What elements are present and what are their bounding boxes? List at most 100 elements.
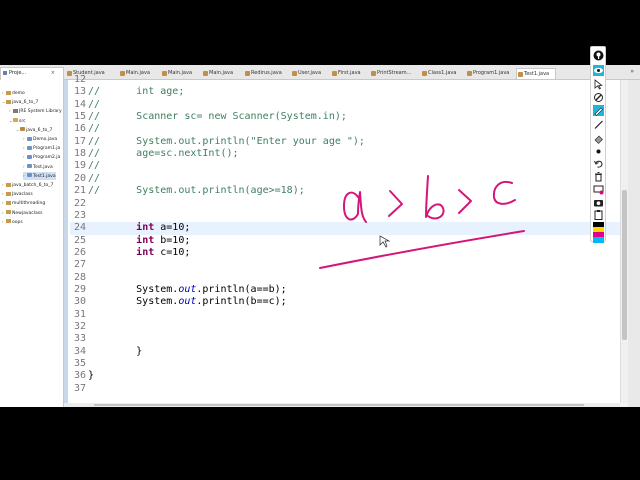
code-text: // System.out.println(age>=18); — [86, 185, 305, 197]
code-line[interactable]: 15// Scanner sc= new Scanner(System.in); — [70, 111, 620, 123]
logo-icon[interactable] — [593, 50, 604, 61]
pen-icon[interactable] — [593, 92, 604, 103]
code-line[interactable]: 22 — [70, 198, 620, 210]
right-panel-strip — [628, 80, 640, 407]
code-line[interactable]: 18// age=sc.nextInt(); — [70, 148, 620, 160]
undo-icon[interactable] — [593, 158, 604, 169]
scroll-thumb[interactable] — [622, 190, 627, 340]
tab-overflow-icon[interactable]: » — [630, 68, 634, 75]
tree-item[interactable]: ⌄ java_6_to_7 — [16, 126, 52, 134]
project-explorer-tab[interactable]: Proje... × — [0, 67, 64, 80]
code-line[interactable]: 28 — [70, 272, 620, 284]
code-line[interactable]: 14// — [70, 99, 620, 111]
tree-item[interactable]: › java_batch_6_to_7 — [2, 181, 53, 189]
code-line[interactable]: 13// int age; — [70, 86, 620, 98]
current-code-line[interactable]: 24 int a=10; — [70, 222, 620, 235]
code-text: } — [86, 346, 142, 358]
line-number: 13 — [73, 86, 86, 98]
tree-item[interactable]: › multithreading — [2, 199, 45, 207]
code-line[interactable]: 32 — [70, 321, 620, 333]
line-number: 30 — [73, 296, 86, 308]
code-line[interactable]: 29 System.out.println(a==b); — [70, 284, 620, 296]
code-line[interactable]: 33 — [70, 333, 620, 345]
code-text: int c=10; — [86, 247, 190, 259]
tree-item[interactable]: › Demo.java — [23, 135, 57, 143]
code-token: } — [88, 370, 95, 382]
eye-icon[interactable] — [593, 65, 604, 76]
trash-icon[interactable] — [593, 171, 604, 182]
code-line[interactable]: 30 System.out.println(b==c); — [70, 296, 620, 308]
tree-item[interactable]: › oops — [2, 218, 23, 226]
code-line[interactable]: 17// System.out.println("Enter your age … — [70, 136, 620, 148]
code-token: // — [88, 86, 101, 98]
java-file-icon — [27, 154, 32, 159]
code-line[interactable]: 26 int c=10; — [70, 247, 620, 259]
line-number: 25 — [73, 234, 86, 246]
tree-item-label: Program2.ja — [33, 155, 61, 161]
annotation-toolbar — [590, 46, 606, 243]
tree-item[interactable]: ⌄ java_6_to_7 — [2, 98, 38, 106]
eclipse-window: Proje... × Student.java Main.java Main.jav… — [0, 65, 640, 407]
tree-item[interactable]: › Test1.java — [23, 171, 56, 180]
code-line[interactable]: 16// — [70, 123, 620, 135]
code-line[interactable]: 20// — [70, 173, 620, 185]
code-line[interactable]: 36} — [70, 370, 620, 382]
code-editor[interactable]: 12 13// int age; 14//15// Scanner sc= new … — [64, 74, 620, 403]
code-line[interactable]: 31 — [70, 309, 620, 321]
code-text: // — [86, 99, 100, 111]
highlighter-icon[interactable] — [593, 105, 604, 116]
scroll-thumb[interactable] — [94, 404, 584, 406]
board-icon[interactable] — [593, 184, 604, 195]
tree-item[interactable]: › Program2.ja — [23, 153, 60, 161]
tree-item-label: Test1.java — [33, 173, 56, 179]
code-line[interactable]: 19// — [70, 160, 620, 172]
line-icon[interactable] — [593, 119, 604, 130]
code-line[interactable]: 21// System.out.println(age>=18); — [70, 185, 620, 197]
code-token: System.out.println("Enter your age "); — [136, 135, 365, 147]
code-line[interactable]: 25 int b=10; — [70, 235, 620, 247]
close-icon[interactable]: × — [51, 68, 55, 79]
tree-item[interactable]: › Program1.ja — [23, 144, 60, 152]
line-number: 20 — [73, 172, 86, 184]
line-number: 24 — [73, 222, 86, 234]
color-swatch[interactable] — [593, 237, 604, 243]
tree-item[interactable]: › Javaclass — [2, 190, 33, 198]
code-line[interactable]: 27 — [70, 259, 620, 271]
tree-item[interactable]: › demo — [2, 89, 25, 97]
dot-icon[interactable] — [593, 146, 604, 157]
package-explorer-icon — [3, 71, 7, 75]
code-line[interactable]: 34 } — [70, 346, 620, 358]
tree-item[interactable]: › Test.java — [23, 163, 53, 171]
code-text: System.out.println(b==c); — [86, 296, 287, 308]
screen-border — [0, 407, 640, 480]
code-token: b=10; — [154, 234, 191, 246]
line-number: 33 — [73, 333, 86, 345]
editor-vertical-scrollbar[interactable] — [620, 80, 628, 403]
tree-item[interactable]: › Newjavaclass — [2, 209, 42, 217]
code-token: // — [88, 185, 101, 197]
tree-item[interactable]: › JRE System Library — [9, 107, 62, 115]
project-icon — [6, 219, 11, 224]
tree-item-label: Demo.java — [33, 137, 58, 142]
tree-item[interactable]: ⌄ src — [9, 117, 26, 125]
code-line[interactable]: 35 — [70, 358, 620, 370]
library-icon — [13, 108, 18, 113]
clipboard-icon[interactable] — [593, 209, 604, 220]
tree-item-label: JRE System Library — [19, 109, 62, 115]
code-token: int age; — [136, 86, 185, 98]
camera-icon[interactable] — [593, 197, 604, 208]
code-token: System. — [88, 296, 179, 308]
cursor-icon[interactable] — [593, 79, 604, 90]
java-file-icon — [27, 164, 32, 169]
eraser-icon[interactable] — [593, 133, 604, 144]
java-file-icon — [27, 173, 32, 178]
code-line[interactable]: 12 — [70, 74, 620, 86]
package-icon — [20, 127, 25, 132]
code-line[interactable]: 23 — [70, 210, 620, 222]
code-token: // — [88, 160, 101, 172]
code-line[interactable]: 37 — [70, 383, 620, 395]
line-number: 29 — [73, 283, 86, 295]
code-token: // — [88, 123, 101, 135]
